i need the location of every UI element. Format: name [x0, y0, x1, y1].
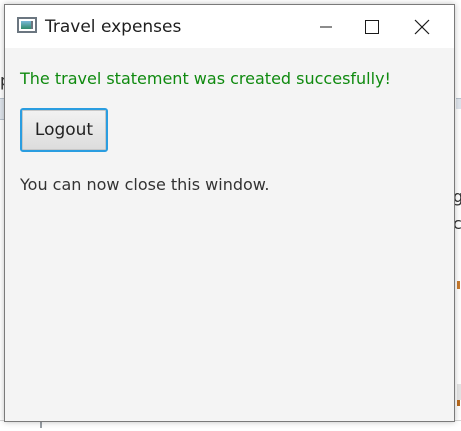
- background-accent-mark: [457, 400, 460, 406]
- maximize-button[interactable]: [349, 5, 395, 48]
- logout-button[interactable]: Logout: [20, 108, 108, 152]
- minimize-button[interactable]: [303, 5, 349, 48]
- background-accent-mark: [457, 281, 460, 289]
- close-icon: [414, 19, 430, 34]
- info-message: You can now close this window.: [20, 175, 270, 194]
- background-scroll-area: [457, 384, 461, 400]
- title-bar[interactable]: Travel expenses: [5, 5, 454, 48]
- window-title: Travel expenses: [45, 17, 182, 37]
- background-toolbar-strip-right: [456, 98, 461, 109]
- success-message: The travel statement was created succesf…: [20, 69, 391, 88]
- close-button[interactable]: [399, 5, 445, 48]
- app-icon: [17, 17, 37, 33]
- background-divider: [40, 422, 42, 428]
- minimize-icon: [320, 26, 332, 27]
- maximize-icon: [365, 19, 379, 34]
- dialog-content: The travel statement was created succesf…: [5, 48, 454, 421]
- travel-expenses-dialog: Travel expenses The travel statement was…: [4, 4, 455, 422]
